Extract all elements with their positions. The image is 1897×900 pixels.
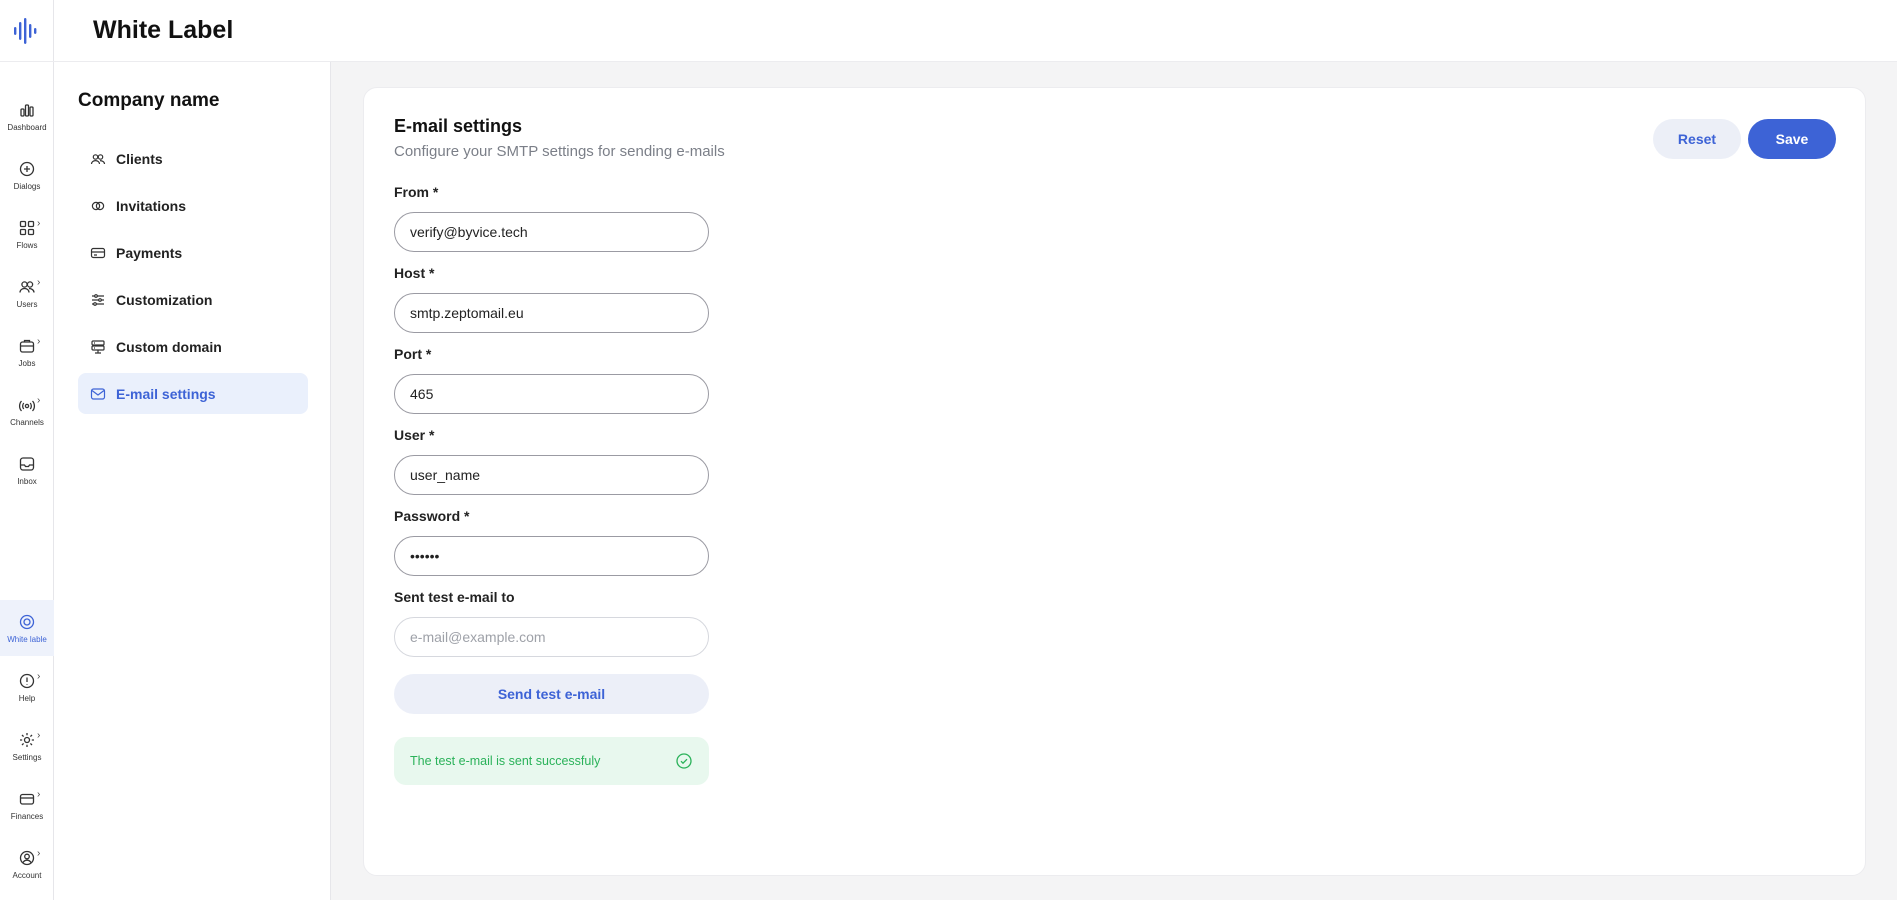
rail-item-label: Finances	[10, 811, 44, 821]
link-icon	[90, 198, 106, 214]
user-label: User *	[394, 427, 435, 443]
rail-item-label: Inbox	[17, 476, 37, 486]
subnav-item-email-settings[interactable]: E-mail settings	[78, 373, 308, 414]
help-icon	[18, 672, 36, 690]
inbox-icon	[18, 455, 36, 473]
subnav-item-payments[interactable]: Payments	[78, 232, 308, 273]
chevron-right-icon: ›	[37, 218, 41, 229]
rail-item-jobs[interactable]: › Jobs	[0, 324, 54, 380]
rail-item-label: Settings	[12, 752, 42, 762]
rail-item-white-lable[interactable]: White lable	[0, 600, 54, 656]
top-bar: White Label	[54, 0, 1897, 62]
subnav-item-label: Clients	[116, 150, 163, 167]
wallet-icon	[18, 790, 36, 808]
subnav-item-label: Customization	[116, 291, 213, 308]
server-icon	[90, 339, 106, 355]
sound-wave-logo-icon	[14, 17, 37, 44]
rail-item-dialogs[interactable]: Dialogs	[0, 147, 54, 203]
rail-item-label: Dialogs	[13, 181, 41, 191]
rail-item-label: Channels	[10, 417, 44, 427]
rail-item-label: Users	[16, 299, 38, 309]
settings-sidebar: Company name Clients Invitations Payment…	[54, 62, 331, 900]
rail-item-help[interactable]: › Help	[0, 659, 54, 715]
company-name: Company name	[78, 90, 220, 111]
rail-item-dashboard[interactable]: Dashboard	[0, 88, 54, 144]
subnav-item-label: E-mail settings	[116, 385, 216, 402]
host-label: Host *	[394, 265, 435, 281]
gear-icon	[18, 731, 36, 749]
password-label: Password *	[394, 508, 470, 524]
rail-item-channels[interactable]: › Channels	[0, 383, 54, 439]
test-email-field[interactable]	[394, 617, 709, 657]
rail-item-label: Jobs	[18, 358, 36, 368]
email-settings-card: E-mail settings Configure your SMTP sett…	[363, 87, 1866, 876]
card-subtitle: Configure your SMTP settings for sending…	[394, 143, 725, 160]
subnav-item-clients[interactable]: Clients	[78, 138, 308, 179]
chevron-right-icon: ›	[37, 730, 41, 741]
chevron-right-icon: ›	[37, 789, 41, 800]
rail-item-inbox[interactable]: Inbox	[0, 442, 54, 498]
rail-item-label: Dashboard	[7, 122, 47, 132]
send-test-email-button[interactable]: Send test e-mail	[394, 674, 709, 714]
chevron-right-icon: ›	[37, 277, 41, 288]
users-icon	[18, 278, 36, 296]
chevron-right-icon: ›	[37, 336, 41, 347]
clients-icon	[90, 151, 106, 167]
check-circle-icon	[675, 752, 693, 770]
rail-item-label: Flows	[16, 240, 38, 250]
subnav-item-label: Invitations	[116, 197, 187, 214]
reset-button[interactable]: Reset	[1653, 119, 1741, 159]
app-logo[interactable]	[0, 0, 54, 62]
account-icon	[18, 849, 36, 867]
save-button[interactable]: Save	[1748, 119, 1836, 159]
rail-item-label: Account	[12, 870, 42, 880]
sliders-icon	[90, 292, 106, 308]
page-title: White Label	[93, 16, 234, 44]
broadcast-icon	[18, 396, 36, 414]
password-field[interactable]	[394, 536, 709, 576]
port-field[interactable]	[394, 374, 709, 414]
card-title: E-mail settings	[394, 116, 523, 136]
success-message: The test e-mail is sent successfuly	[410, 754, 601, 768]
chevron-right-icon: ›	[37, 671, 41, 682]
subnav-item-invitations[interactable]: Invitations	[78, 185, 308, 226]
briefcase-icon	[18, 337, 36, 355]
rail-item-label: Help	[18, 693, 36, 703]
success-alert: The test e-mail is sent successfuly	[394, 737, 709, 785]
from-label: From *	[394, 184, 439, 200]
subnav-item-label: Payments	[116, 244, 183, 261]
test-email-label: Sent test e-mail to	[394, 589, 515, 605]
card-icon	[90, 245, 106, 261]
rail-item-account[interactable]: › Account	[0, 836, 54, 892]
rail-item-label: White lable	[7, 634, 47, 644]
rail-item-users[interactable]: › Users	[0, 265, 54, 321]
bar-chart-icon	[18, 101, 36, 119]
rail-item-flows[interactable]: › Flows	[0, 206, 54, 262]
icon-rail: Dashboard Dialogs › Flows › Users › Jobs…	[0, 0, 54, 900]
chevron-right-icon: ›	[37, 848, 41, 859]
chevron-right-icon: ›	[37, 395, 41, 406]
subnav-item-label: Custom domain	[116, 338, 222, 355]
chat-icon	[18, 160, 36, 178]
rail-item-finances[interactable]: › Finances	[0, 777, 54, 833]
grid-icon	[18, 219, 36, 237]
host-field[interactable]	[394, 293, 709, 333]
rail-item-settings[interactable]: › Settings	[0, 718, 54, 774]
user-field[interactable]	[394, 455, 709, 495]
port-label: Port *	[394, 346, 432, 362]
mail-icon	[90, 386, 106, 402]
from-field[interactable]	[394, 212, 709, 252]
badge-icon	[18, 613, 36, 631]
subnav-item-custom-domain[interactable]: Custom domain	[78, 326, 308, 367]
subnav-item-customization[interactable]: Customization	[78, 279, 308, 320]
